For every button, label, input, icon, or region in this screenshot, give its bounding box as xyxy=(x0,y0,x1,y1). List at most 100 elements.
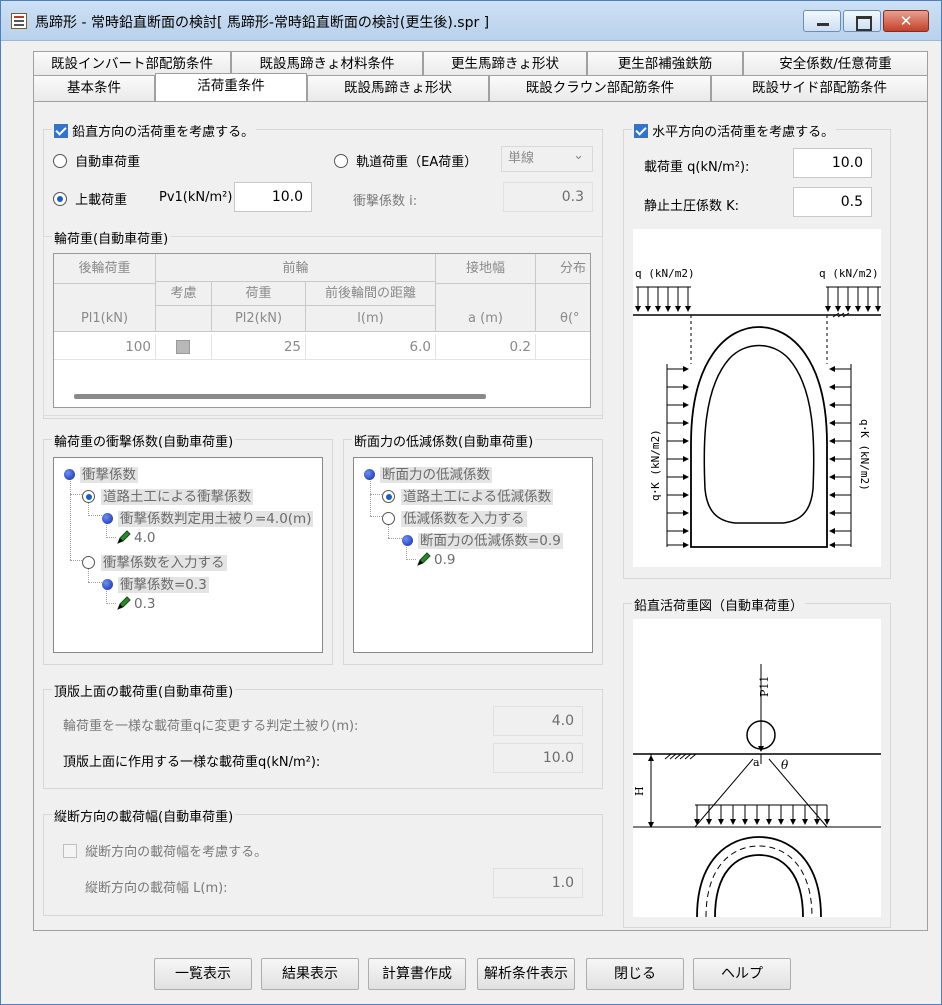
app-icon xyxy=(11,13,27,29)
dialog-window: 馬蹄形 - 常時鉛直断面の検討[ 馬蹄形-常時鉛直断面の検討(更生後).spr … xyxy=(0,0,942,1005)
close-dialog-button[interactable]: 閉じる xyxy=(586,958,684,990)
diag-qk-right-label: q･K (kN/m2) xyxy=(858,419,871,491)
radio-automobile[interactable]: 自動車荷重 xyxy=(53,151,140,170)
pencil-icon xyxy=(117,596,131,610)
report-create-button[interactable]: 計算書作成 xyxy=(368,958,466,990)
diag-h-label: H xyxy=(633,786,646,796)
pencil-icon xyxy=(117,530,131,544)
horizontal-live-load-checkbox[interactable] xyxy=(634,124,648,138)
impact-road-radio[interactable] xyxy=(82,490,95,503)
reduction-root-node[interactable]: 断面力の低減係数 xyxy=(364,463,492,483)
analysis-condition-button[interactable]: 解析条件表示 xyxy=(477,958,575,990)
diag-theta-label: θ xyxy=(781,758,789,772)
node-dot-icon xyxy=(402,535,413,546)
result-view-button[interactable]: 結果表示 xyxy=(261,958,359,990)
impact-factor-label: 衝撃係数 i: xyxy=(353,194,418,209)
tab-row-2: 基本条件 活荷重条件 既設馬蹄きょ形状 既設クラウン部配筋条件 既設サイド部配筋… xyxy=(33,73,928,102)
tab-renewal-shape[interactable]: 更生馬蹄きょ形状 xyxy=(423,51,587,77)
impact-input-radio[interactable] xyxy=(82,556,95,569)
maximize-button[interactable] xyxy=(843,10,881,32)
col-consider-unit xyxy=(156,306,212,332)
impact-cover-value[interactable]: 4.0 xyxy=(116,529,155,546)
longitudinal-checkbox-label: 縦断方向の載荷幅を考慮する。 xyxy=(85,845,268,860)
impact-factor-tree[interactable]: 衝撃係数 道路土工による衝撃係数 衝撃係数判定用土被り=4.0(m) 4.0 衝… xyxy=(53,457,323,653)
reduction-input-radio[interactable] xyxy=(382,512,395,525)
cover-threshold-label: 輪荷重を一様な載荷重qに変更する判定土被り(m): xyxy=(63,719,359,734)
reduction-factor-tree[interactable]: 断面力の低減係数 道路土工による低減係数 低減係数を入力する 断面力の低減係数=… xyxy=(353,457,593,653)
tab-basic[interactable]: 基本条件 xyxy=(33,75,155,101)
top-slab-load-title: 頂版上面の載荷重(自動車荷重) xyxy=(52,681,236,700)
col-pl1-unit: Pl1(kN) xyxy=(54,284,156,332)
cover-threshold-input[interactable]: 4.0 xyxy=(493,706,583,736)
cell-l[interactable]: 6.0 xyxy=(306,334,436,360)
cell-pl2[interactable]: 25 xyxy=(212,334,306,360)
node-dot-icon xyxy=(102,513,113,524)
grid-horizontal-scrollbar[interactable] xyxy=(74,394,486,399)
impact-factor-input[interactable]: 0.3 xyxy=(503,182,593,212)
pv1-input[interactable]: 10.0 xyxy=(234,182,312,212)
col-consider: 考慮 xyxy=(156,282,212,306)
horizontal-live-load-header[interactable]: 水平方向の活荷重を考慮する。 xyxy=(632,121,837,140)
tab-side-rebar[interactable]: 既設サイド部配筋条件 xyxy=(711,75,928,101)
cell-a[interactable]: 0.2 xyxy=(436,334,536,360)
rail-track-select[interactable]: 単線 xyxy=(501,144,593,172)
radio-surface-circle[interactable] xyxy=(53,192,67,206)
impact-root-node[interactable]: 衝撃係数 xyxy=(64,463,138,483)
longitudinal-width-title: 縦断方向の載荷幅(自動車荷重) xyxy=(52,806,236,825)
tab-existing-shape[interactable]: 既設馬蹄きょ形状 xyxy=(307,75,489,101)
col-front-wheel: 前輪 xyxy=(156,254,436,282)
title-bar[interactable]: 馬蹄形 - 常時鉛直断面の検討[ 馬蹄形-常時鉛直断面の検討(更生後).spr … xyxy=(1,1,941,41)
radio-rail[interactable]: 軌道荷重（EA荷重） xyxy=(334,151,477,170)
impact-factor-node[interactable]: 衝撃係数=0.3 xyxy=(102,573,209,593)
col-axle-distance: 前後輪間の距離 xyxy=(306,282,436,306)
radio-rail-label: 軌道荷重（EA荷重） xyxy=(356,155,478,170)
col-a-unit: a (m) xyxy=(436,284,536,332)
radio-surface-load[interactable]: 上載荷重 xyxy=(53,189,127,208)
uniform-load-input[interactable]: 10.0 xyxy=(493,743,583,773)
horizontal-load-diagram-svg: q (kN/m2) q (kN/m2) q･K (kN/m2) q･K (kN/… xyxy=(633,267,881,548)
diag-p11-label: P11 xyxy=(758,676,771,697)
longitudinal-width-input[interactable]: 1.0 xyxy=(493,868,583,898)
surface-q-input[interactable]: 10.0 xyxy=(793,148,872,178)
radio-rail-circle[interactable] xyxy=(334,154,348,168)
vertical-live-load-header[interactable]: 鉛直方向の活荷重を考慮する。 xyxy=(52,121,257,140)
reduction-opt-road[interactable]: 道路土工による低減係数 xyxy=(382,485,554,505)
help-button[interactable]: ヘルプ xyxy=(693,958,791,990)
cell-consider[interactable] xyxy=(156,334,212,360)
tab-safety-factor[interactable]: 安全係数/任意荷重 xyxy=(743,51,928,77)
list-view-button[interactable]: 一覧表示 xyxy=(154,958,252,990)
tab-live-load[interactable]: 活荷重条件 xyxy=(155,73,307,101)
longitudinal-checkbox[interactable] xyxy=(63,844,77,858)
reduction-factor-node[interactable]: 断面力の低減係数=0.9 xyxy=(402,529,563,549)
col-theta-unit: θ(° xyxy=(536,284,590,332)
wheel-load-grid[interactable]: 後輪荷重 Pl1(kN) 前輪 考慮 荷重 Pl2(kN) 前後輪間の距離 l(… xyxy=(53,253,591,408)
reduction-road-radio[interactable] xyxy=(382,490,395,503)
radio-automobile-circle[interactable] xyxy=(53,154,67,168)
cell-pl1[interactable]: 100 xyxy=(54,334,156,360)
horizontal-live-load-label: 水平方向の活荷重を考慮する。 xyxy=(652,125,835,140)
impact-factor-title: 輪荷重の衝撃係数(自動車荷重) xyxy=(52,431,236,450)
radio-automobile-label: 自動車荷重 xyxy=(75,155,141,170)
reduction-factor-value[interactable]: 0.9 xyxy=(416,551,455,568)
impact-cover-node[interactable]: 衝撃係数判定用土被り=4.0(m) xyxy=(102,507,314,527)
uniform-load-label: 頂版上面に作用する一様な載荷重q(kN/m²): xyxy=(63,755,321,770)
consider-checkbox[interactable] xyxy=(176,340,190,354)
vertical-live-load-checkbox[interactable] xyxy=(54,124,68,138)
impact-opt-input[interactable]: 衝撃係数を入力する xyxy=(82,551,227,571)
close-button[interactable]: ✕ xyxy=(883,10,929,32)
reduction-opt-input[interactable]: 低減係数を入力する xyxy=(382,507,527,527)
impact-factor-value[interactable]: 0.3 xyxy=(116,595,155,612)
horizontal-load-diagram: q (kN/m2) q (kN/m2) q･K (kN/m2) q･K (kN/… xyxy=(633,229,881,567)
tab-crown-rebar[interactable]: 既設クラウン部配筋条件 xyxy=(489,75,711,101)
tab-renewal-rebar[interactable]: 更生部補強鉄筋 xyxy=(587,51,743,77)
col-contact-width: 接地幅 xyxy=(436,254,536,284)
cell-theta[interactable] xyxy=(536,334,590,360)
impact-opt-road[interactable]: 道路土工による衝撃係数 xyxy=(82,485,254,505)
longitudinal-width-label: 縦断方向の載荷幅 L(m): xyxy=(85,881,228,896)
col-rear-wheel: 後輪荷重 xyxy=(54,254,156,284)
diag-q-right-label: q (kN/m2) xyxy=(819,267,879,280)
earth-pressure-k-input[interactable]: 0.5 xyxy=(793,187,872,217)
node-dot-icon xyxy=(364,469,375,480)
minimize-button[interactable] xyxy=(803,10,841,32)
longitudinal-checkbox-row[interactable]: 縦断方向の載荷幅を考慮する。 xyxy=(63,841,267,860)
